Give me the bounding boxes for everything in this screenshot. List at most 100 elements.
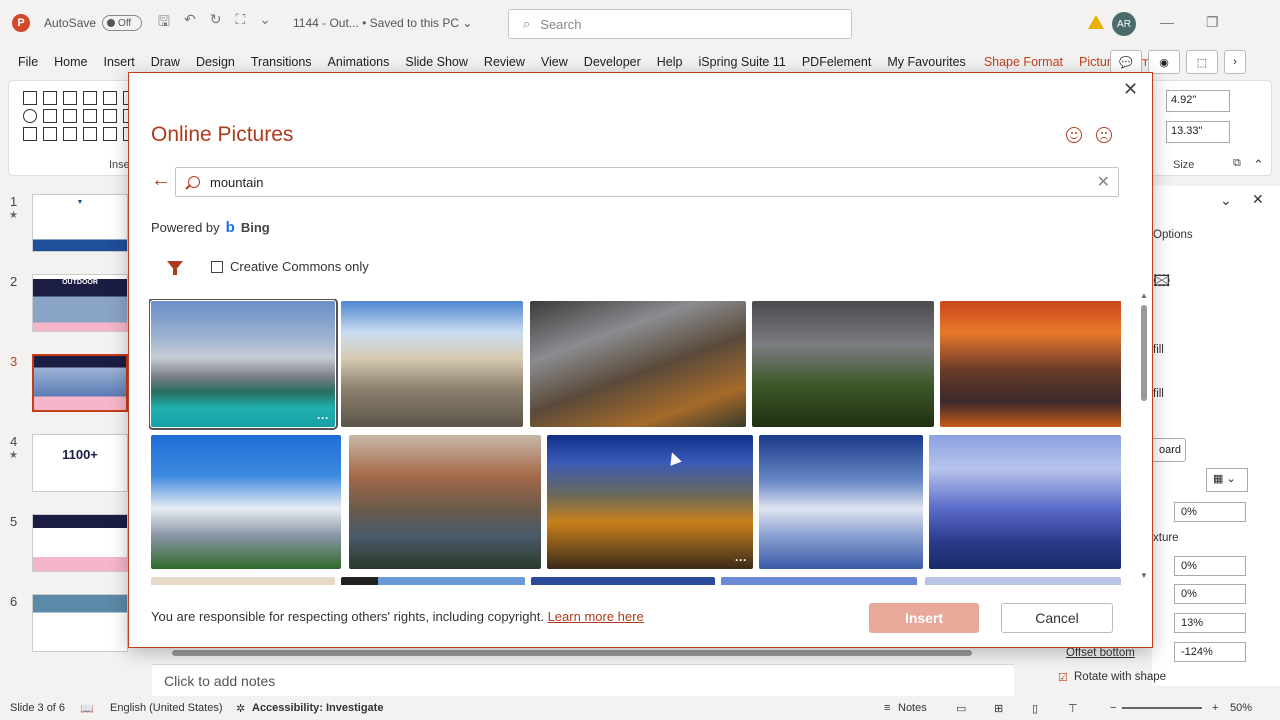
reading-view-icon[interactable]: ▯: [1032, 702, 1038, 715]
autosave-toggle[interactable]: Off: [102, 15, 143, 31]
back-arrow-icon[interactable]: ←: [151, 169, 171, 192]
insert-button[interactable]: Insert: [869, 603, 979, 633]
image-result[interactable]: [531, 577, 715, 585]
record-icon[interactable]: ◉: [1148, 50, 1180, 74]
image-result[interactable]: [341, 301, 523, 427]
image-result[interactable]: [721, 577, 917, 585]
comments-icon[interactable]: 💬: [1110, 50, 1142, 74]
document-title[interactable]: 1144 - Out... • Saved to this PC ⌄: [293, 16, 472, 30]
tab-draw[interactable]: Draw: [143, 55, 188, 69]
spin-3[interactable]: 13%: [1174, 613, 1246, 633]
spin-2[interactable]: 0%: [1174, 584, 1246, 604]
fill-option-1[interactable]: fill: [1153, 344, 1164, 356]
smile-feedback-icon[interactable]: [1066, 127, 1082, 143]
tab-help[interactable]: Help: [649, 55, 691, 69]
tab-shape-format[interactable]: Shape Format: [976, 55, 1071, 69]
warning-icon[interactable]: [1088, 15, 1104, 29]
global-search-box[interactable]: ⌕ Search: [508, 9, 852, 39]
image-result[interactable]: [151, 577, 335, 585]
slideshow-icon[interactable]: ⊤: [1068, 702, 1078, 715]
customize-qat-icon[interactable]: ⌄: [259, 11, 271, 35]
save-icon[interactable]: 🖫: [158, 11, 170, 35]
zoom-slider[interactable]: [1122, 707, 1202, 709]
accessibility-icon[interactable]: ✲: [236, 702, 245, 715]
tab-my-favourites[interactable]: My Favourites: [879, 55, 974, 69]
zoom-out-icon[interactable]: −: [1110, 702, 1116, 714]
tab-ispring-suite-11[interactable]: iSpring Suite 11: [691, 55, 794, 69]
notes-toggle[interactable]: Notes: [898, 702, 927, 714]
picture-icon[interactable]: 🖾: [1153, 270, 1170, 297]
pane-dropdown-icon[interactable]: ⌄: [1220, 192, 1232, 209]
rotate-checkbox[interactable]: ☑: [1058, 671, 1068, 684]
learn-more-link[interactable]: Learn more here: [548, 609, 644, 624]
image-result[interactable]: [929, 435, 1121, 569]
shape-height-input[interactable]: 4.92": [1166, 90, 1230, 112]
tab-slide-show[interactable]: Slide Show: [397, 55, 476, 69]
close-icon[interactable]: ✕: [1123, 79, 1138, 100]
image-result[interactable]: [151, 435, 341, 569]
tab-home[interactable]: Home: [46, 55, 95, 69]
frown-feedback-icon[interactable]: [1096, 127, 1112, 143]
slide-thumbnail-1[interactable]: 1 ★ ▼: [0, 194, 128, 256]
image-result[interactable]: [940, 301, 1121, 427]
slide-thumbnail-3[interactable]: 3: [0, 354, 128, 416]
fill-option-2[interactable]: fill: [1153, 388, 1164, 400]
spelling-icon[interactable]: 📖: [80, 702, 94, 715]
tab-review[interactable]: Review: [476, 55, 533, 69]
slide-sorter-icon[interactable]: ⊞: [994, 702, 1003, 715]
avatar[interactable]: AR: [1112, 12, 1136, 36]
image-result[interactable]: [752, 301, 934, 427]
shapes-gallery[interactable]: [23, 91, 139, 141]
tab-pdfelement[interactable]: PDFelement: [794, 55, 879, 69]
notes-icon[interactable]: ≡: [884, 702, 890, 714]
tab-insert[interactable]: Insert: [96, 55, 143, 69]
creative-commons-label[interactable]: Creative Commons only: [230, 259, 369, 274]
present-icon[interactable]: ⛶: [235, 11, 245, 35]
image-result[interactable]: [349, 435, 541, 569]
collapse-ribbon-icon[interactable]: ⌃: [1253, 157, 1264, 173]
image-result[interactable]: [341, 577, 525, 585]
picture-search-box[interactable]: ✕: [175, 167, 1119, 197]
image-result[interactable]: [759, 435, 923, 569]
tab-file[interactable]: File: [0, 55, 46, 69]
close-pane-icon[interactable]: ✕: [1252, 191, 1264, 208]
slide-thumbnail-6[interactable]: 6: [0, 594, 128, 656]
tab-design[interactable]: Design: [188, 55, 243, 69]
share-icon[interactable]: ⬚: [1186, 50, 1218, 74]
size-dialog-launcher-icon[interactable]: ⧉: [1233, 157, 1241, 170]
texture-picker[interactable]: ▦ ⌄: [1206, 468, 1248, 492]
spin-1[interactable]: 0%: [1174, 556, 1246, 576]
slide-thumbnail-5[interactable]: 5: [0, 514, 128, 576]
tab-view[interactable]: View: [533, 55, 576, 69]
slide-thumbnail-2[interactable]: 2 OUTDOOR: [0, 274, 128, 336]
horizontal-scrollbar[interactable]: [156, 646, 996, 660]
image-result[interactable]: [530, 301, 746, 427]
picture-search-input[interactable]: [210, 174, 1070, 190]
redo-icon[interactable]: ↻: [210, 11, 222, 35]
language-indicator[interactable]: English (United States): [110, 702, 223, 714]
spin-4[interactable]: -124%: [1174, 642, 1246, 662]
image-result[interactable]: [925, 577, 1121, 585]
tab-animations[interactable]: Animations: [320, 55, 398, 69]
cancel-button[interactable]: Cancel: [1001, 603, 1113, 633]
shape-width-input[interactable]: 13.33": [1166, 121, 1230, 143]
options-label[interactable]: Options: [1153, 229, 1193, 241]
chevron-right-icon[interactable]: ›: [1224, 50, 1246, 74]
minimize-icon[interactable]: —: [1160, 14, 1174, 30]
normal-view-icon[interactable]: ▭: [956, 702, 966, 715]
filter-icon[interactable]: [167, 261, 183, 275]
creative-commons-checkbox[interactable]: [211, 261, 223, 273]
tab-developer[interactable]: Developer: [576, 55, 649, 69]
accessibility-status[interactable]: Accessibility: Investigate: [252, 702, 383, 714]
zoom-in-icon[interactable]: +: [1212, 702, 1218, 714]
image-result[interactable]: ···: [149, 299, 338, 430]
zoom-level[interactable]: 50%: [1230, 702, 1252, 714]
restore-icon[interactable]: ❐: [1206, 14, 1219, 31]
image-result[interactable]: ···: [547, 435, 753, 569]
notes-area[interactable]: Click to add notes: [152, 664, 1014, 696]
clipboard-button[interactable]: oard: [1148, 438, 1186, 462]
spin-0[interactable]: 0%: [1174, 502, 1246, 522]
tab-transitions[interactable]: Transitions: [243, 55, 320, 69]
clear-search-icon[interactable]: ✕: [1097, 172, 1110, 192]
slide-thumbnail-4[interactable]: 4 ★ 1100+: [0, 434, 128, 496]
